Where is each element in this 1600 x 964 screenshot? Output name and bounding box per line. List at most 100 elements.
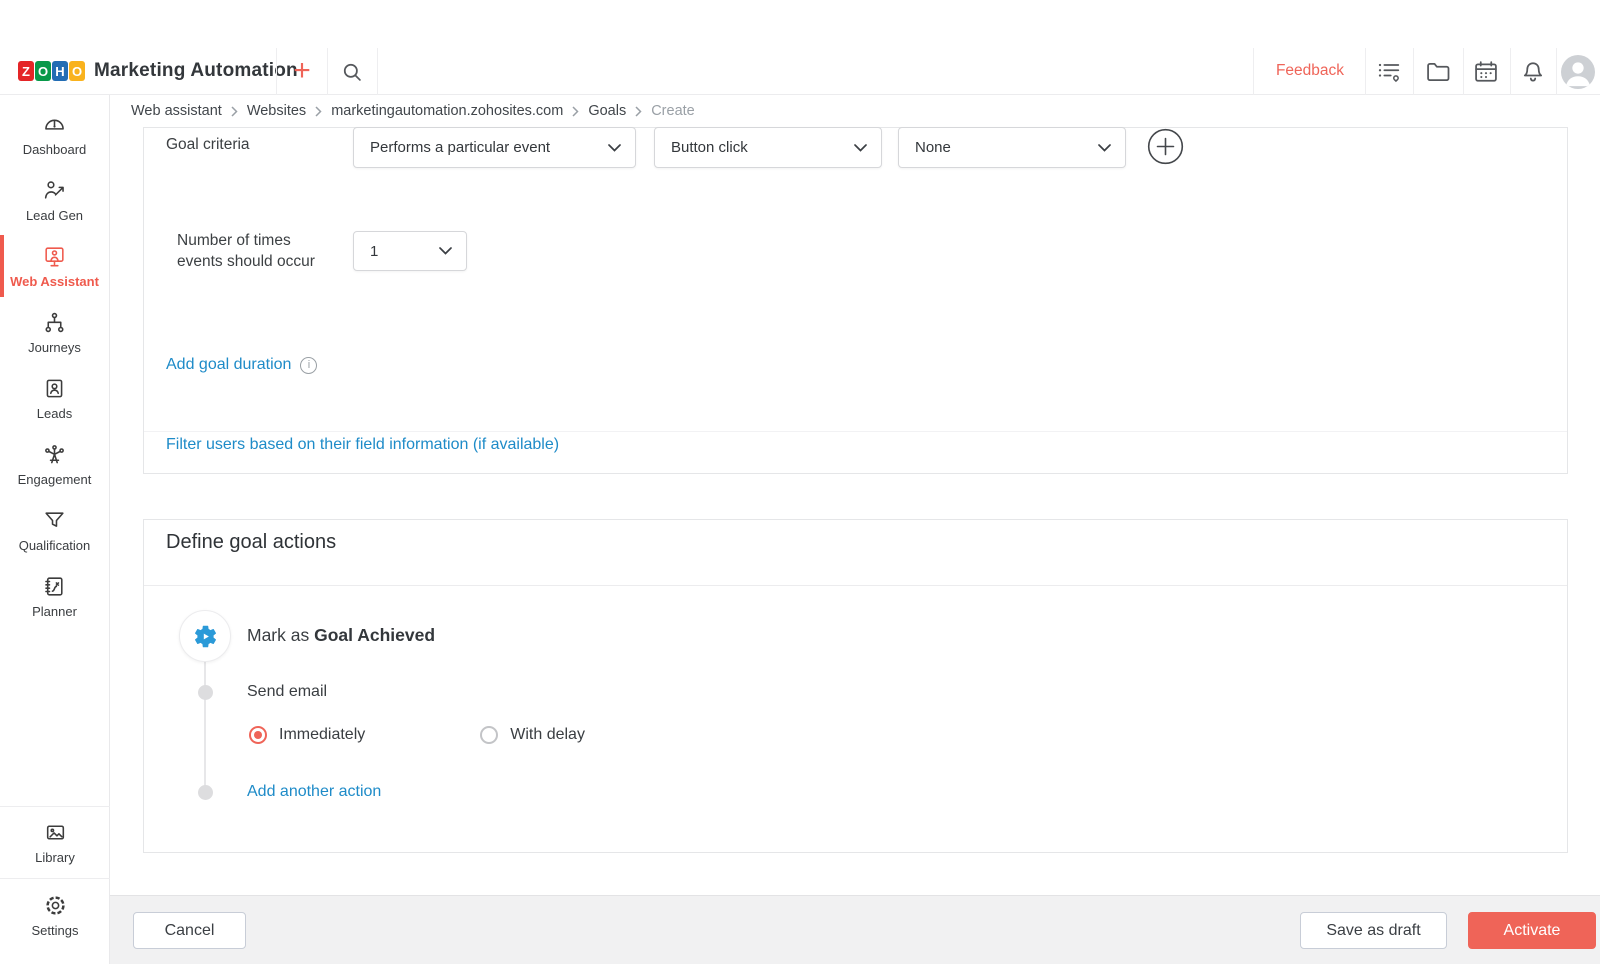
radio-immediately[interactable]	[249, 726, 267, 744]
action-node-dot	[198, 785, 213, 800]
sidebar-item-label: Journeys	[28, 340, 81, 355]
header-divider	[1365, 48, 1366, 95]
footer-action-bar: Cancel Save as draft Activate	[110, 895, 1600, 964]
feedback-link[interactable]: Feedback	[1262, 62, 1358, 80]
section-title: Define goal actions	[166, 531, 336, 554]
send-email-options: Immediately With delay	[249, 726, 585, 744]
library-icon	[43, 820, 68, 845]
header-divider	[1463, 48, 1464, 95]
header-divider	[1510, 48, 1511, 95]
sidebar-item-label: Leads	[37, 406, 72, 421]
add-criteria-icon[interactable]	[1147, 128, 1184, 165]
filter-users-link[interactable]: Filter users based on their field inform…	[166, 436, 559, 454]
logo-letter: Z	[18, 61, 34, 81]
logo-letter: O	[69, 61, 85, 81]
add-another-action-link[interactable]: Add another action	[247, 783, 381, 801]
chevron-right-icon	[635, 106, 642, 117]
qualification-icon	[42, 508, 67, 533]
event-detail-value: None	[915, 139, 951, 156]
app-window: Z O H O Marketing Automation + Feedback	[0, 0, 1600, 964]
action-connector-line	[204, 662, 206, 797]
goal-actions-card: Define goal actions Mark as Goal Achieve…	[143, 519, 1568, 853]
event-type-value: Performs a particular event	[370, 139, 550, 156]
breadcrumb: Web assistant Websites marketingautomati…	[131, 95, 695, 127]
sidebar-item-library[interactable]: Library	[0, 806, 110, 878]
app-header: Z O H O Marketing Automation + Feedback	[0, 0, 1600, 95]
chevron-right-icon	[315, 106, 322, 117]
breadcrumb-item[interactable]: Goals	[588, 103, 626, 119]
breadcrumb-current: Create	[651, 103, 695, 119]
radio-with-delay-label[interactable]: With delay	[510, 726, 585, 744]
dashboard-icon	[42, 112, 67, 137]
header-divider	[1253, 48, 1254, 95]
add-goal-duration-link[interactable]: Add goal duration	[166, 356, 291, 374]
sidebar-item-label: Library	[35, 850, 75, 865]
divider	[144, 431, 1567, 432]
activate-button[interactable]: Activate	[1468, 912, 1596, 949]
chevron-down-icon	[854, 144, 867, 152]
zoho-logo: Z O H O	[18, 61, 85, 81]
cancel-button[interactable]: Cancel	[133, 912, 246, 949]
event-select[interactable]: Button click	[654, 127, 882, 168]
engagement-icon	[42, 442, 67, 467]
lead-gen-icon	[42, 178, 67, 203]
sidebar-item-engagement[interactable]: Engagement	[0, 431, 109, 497]
sidebar-item-label: Engagement	[18, 472, 92, 487]
bell-icon[interactable]	[1519, 58, 1547, 86]
task-list-icon[interactable]	[1375, 58, 1403, 86]
chevron-down-icon	[439, 247, 452, 255]
sidebar-item-label: Lead Gen	[26, 208, 83, 223]
folder-icon[interactable]	[1424, 58, 1452, 86]
send-email-label: Send email	[247, 683, 327, 701]
chevron-right-icon	[231, 106, 238, 117]
sidebar-item-qualification[interactable]: Qualification	[0, 497, 109, 563]
sidebar-item-label: Settings	[32, 923, 79, 938]
sidebar-item-settings[interactable]: Settings	[0, 878, 110, 964]
times-label: Number of times events should occur	[177, 230, 317, 272]
breadcrumb-item[interactable]: marketingautomation.zohosites.com	[331, 103, 563, 119]
settings-icon	[43, 893, 68, 918]
leads-icon	[42, 376, 67, 401]
mark-as-value: Goal Achieved	[314, 625, 435, 645]
header-divider	[276, 48, 277, 95]
sidebar-item-dashboard[interactable]: Dashboard	[0, 101, 109, 167]
save-as-draft-button[interactable]: Save as draft	[1300, 912, 1447, 949]
goal-achieved-gear-icon	[179, 610, 231, 662]
sidebar-item-journeys[interactable]: Journeys	[0, 299, 109, 365]
sidebar-item-label: Planner	[32, 604, 77, 619]
goal-criteria-label: Goal criteria	[166, 136, 250, 154]
search-icon[interactable]	[338, 58, 366, 86]
event-detail-select[interactable]: None	[898, 127, 1126, 168]
brand[interactable]: Z O H O Marketing Automation	[18, 60, 298, 82]
divider	[144, 585, 1567, 586]
event-type-select[interactable]: Performs a particular event	[353, 127, 636, 168]
sidebar: Dashboard Lead Gen Web Assistant	[0, 95, 110, 964]
info-icon[interactable]	[300, 357, 317, 374]
sidebar-item-label: Dashboard	[23, 142, 87, 157]
radio-with-delay[interactable]	[480, 726, 498, 744]
goal-criteria-card: Goal criteria Performs a particular even…	[143, 127, 1568, 474]
header-divider	[327, 48, 328, 95]
sidebar-item-lead-gen[interactable]: Lead Gen	[0, 167, 109, 233]
add-icon[interactable]: +	[288, 52, 316, 90]
sidebar-item-label: Web Assistant	[10, 274, 99, 289]
breadcrumb-item[interactable]: Websites	[247, 103, 306, 119]
logo-letter: H	[52, 61, 68, 81]
planner-icon	[42, 574, 67, 599]
app-title: Marketing Automation	[94, 60, 298, 82]
times-select[interactable]: 1	[353, 231, 467, 271]
header-divider	[1413, 48, 1414, 95]
mark-as-prefix: Mark as	[247, 625, 314, 645]
sidebar-item-leads[interactable]: Leads	[0, 365, 109, 431]
radio-immediately-label[interactable]: Immediately	[279, 726, 365, 744]
web-assistant-icon	[42, 244, 67, 269]
mark-as-goal-achieved: Mark as Goal Achieved	[247, 625, 435, 646]
breadcrumb-item[interactable]: Web assistant	[131, 103, 222, 119]
action-node-dot	[198, 685, 213, 700]
sidebar-item-web-assistant[interactable]: Web Assistant	[0, 233, 109, 299]
logo-letter: O	[35, 61, 51, 81]
calendar-icon[interactable]	[1472, 58, 1500, 86]
avatar[interactable]	[1561, 55, 1595, 89]
sidebar-item-planner[interactable]: Planner	[0, 563, 109, 629]
header-divider	[377, 48, 378, 95]
